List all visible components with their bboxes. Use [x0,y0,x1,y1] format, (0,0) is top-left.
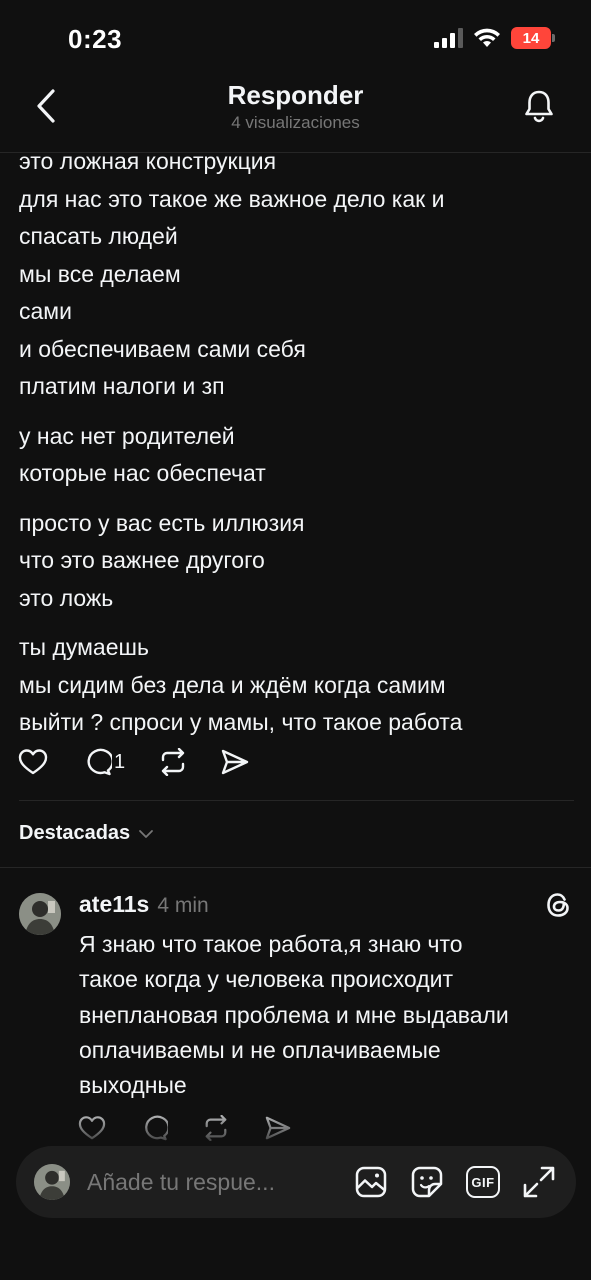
section-divider [19,800,574,801]
reply-username[interactable]: ate11s [79,891,149,918]
battery-level: 14 [522,29,540,47]
comment-icon [87,748,112,776]
post-line: спасать людей [19,223,178,249]
gif-icon: GIF [466,1166,500,1198]
post-actions: 1 [18,748,250,776]
sort-dropdown[interactable]: Destacadas [19,822,154,845]
comment-button[interactable]: 1 [82,748,158,776]
reply-composer: Añade tu respue... GIF [16,1146,576,1218]
avatar-image [19,893,61,935]
image-icon [355,1166,387,1198]
post-line: просто у вас есть иллюзия [19,509,305,536]
status-bar: 0:23 14 [0,0,591,78]
repost-icon [161,748,185,776]
post-line: это ложь [19,584,114,611]
heart-icon [18,749,48,775]
reply-text: Я знаю что такое работа,я знаю что такое… [79,927,579,1103]
composer-toolbar: GIF [354,1165,556,1199]
notifications-button[interactable] [519,86,559,126]
status-time: 0:23 [68,24,123,54]
heart-icon[interactable] [78,1115,106,1141]
post-line: платим налоги и зп [19,373,225,399]
comment-icon[interactable] [140,1115,168,1141]
chevron-down-icon [139,829,154,838]
expand-button[interactable] [522,1165,556,1199]
post-line: которые нас обеспечат [19,460,266,486]
view-count: 4 visualizaciones [231,113,360,132]
avatar[interactable] [19,893,61,935]
image-button[interactable] [354,1165,388,1199]
post-paragraph: просто у вас есть иллюзия что это важнее… [19,505,574,618]
post-line: мы все делаем [19,260,181,287]
post-paragraph: это ложная конструкция для нас это такое… [19,143,574,406]
sort-label: Destacadas [19,822,131,844]
reply-actions [78,1115,292,1141]
sticker-icon [411,1166,443,1198]
nav-header: Responder 4 visualizaciones [0,78,591,152]
reply-count: 1 [114,750,126,773]
share-icon [221,749,249,775]
post-line: у нас нет родителей [19,422,235,449]
reply-line: внеплановая проблема и мне выдавали [79,1001,509,1028]
bell-icon [525,90,553,123]
repost-button[interactable] [158,748,220,776]
post-line: что это важнее другого [19,547,265,573]
wifi-icon [474,28,500,47]
post-line: мы сидим без дела и ждём когда самим [19,671,446,698]
battery-indicator: 14 [511,27,555,49]
page-title: Responder [227,80,364,110]
share-icon[interactable] [264,1115,292,1141]
post-line: и обеспечиваем сами себя [19,335,306,362]
post-body: это ложная конструкция для нас это такое… [19,143,574,742]
reply-line: Я знаю что такое работа,я знаю что [79,931,463,957]
avatar [34,1164,70,1200]
sticker-button[interactable] [410,1165,444,1199]
reply-line: выходные [79,1072,187,1099]
gif-button[interactable]: GIF [466,1166,500,1198]
section-divider [0,867,591,868]
post-paragraph: у нас нет родителей которые нас обеспеча… [19,418,574,493]
like-button[interactable] [18,748,82,776]
post-line: выйти ? спроси у мамы, что такое работа [19,709,463,735]
post-line: сами [19,298,72,324]
post-line: это ложная конструкция [19,148,277,174]
post-line: для нас это такое же важное дело как и [19,185,445,212]
share-button[interactable] [220,748,250,776]
repost-icon[interactable] [202,1115,230,1141]
post-paragraph: ты думаешь мы сидим без дела и ждём когд… [19,629,574,742]
reply-line: оплачиваемы и не оплачиваемые [79,1036,441,1063]
post-text-container: это ложная конструкция для нас это такое… [19,143,574,754]
avatar-image [34,1164,70,1200]
post-line: ты думаешь [19,634,149,660]
expand-icon [523,1166,555,1198]
threads-icon[interactable] [543,890,573,920]
reply-timestamp: 4 min [157,894,209,917]
reply-header: ate11s 4 min [79,891,209,918]
reply-input[interactable]: Añade tu respue... [87,1169,354,1196]
signal-icon [434,28,463,48]
reply-line: такое когда у человека происходит [79,966,454,993]
status-indicators: 14 [433,27,555,49]
